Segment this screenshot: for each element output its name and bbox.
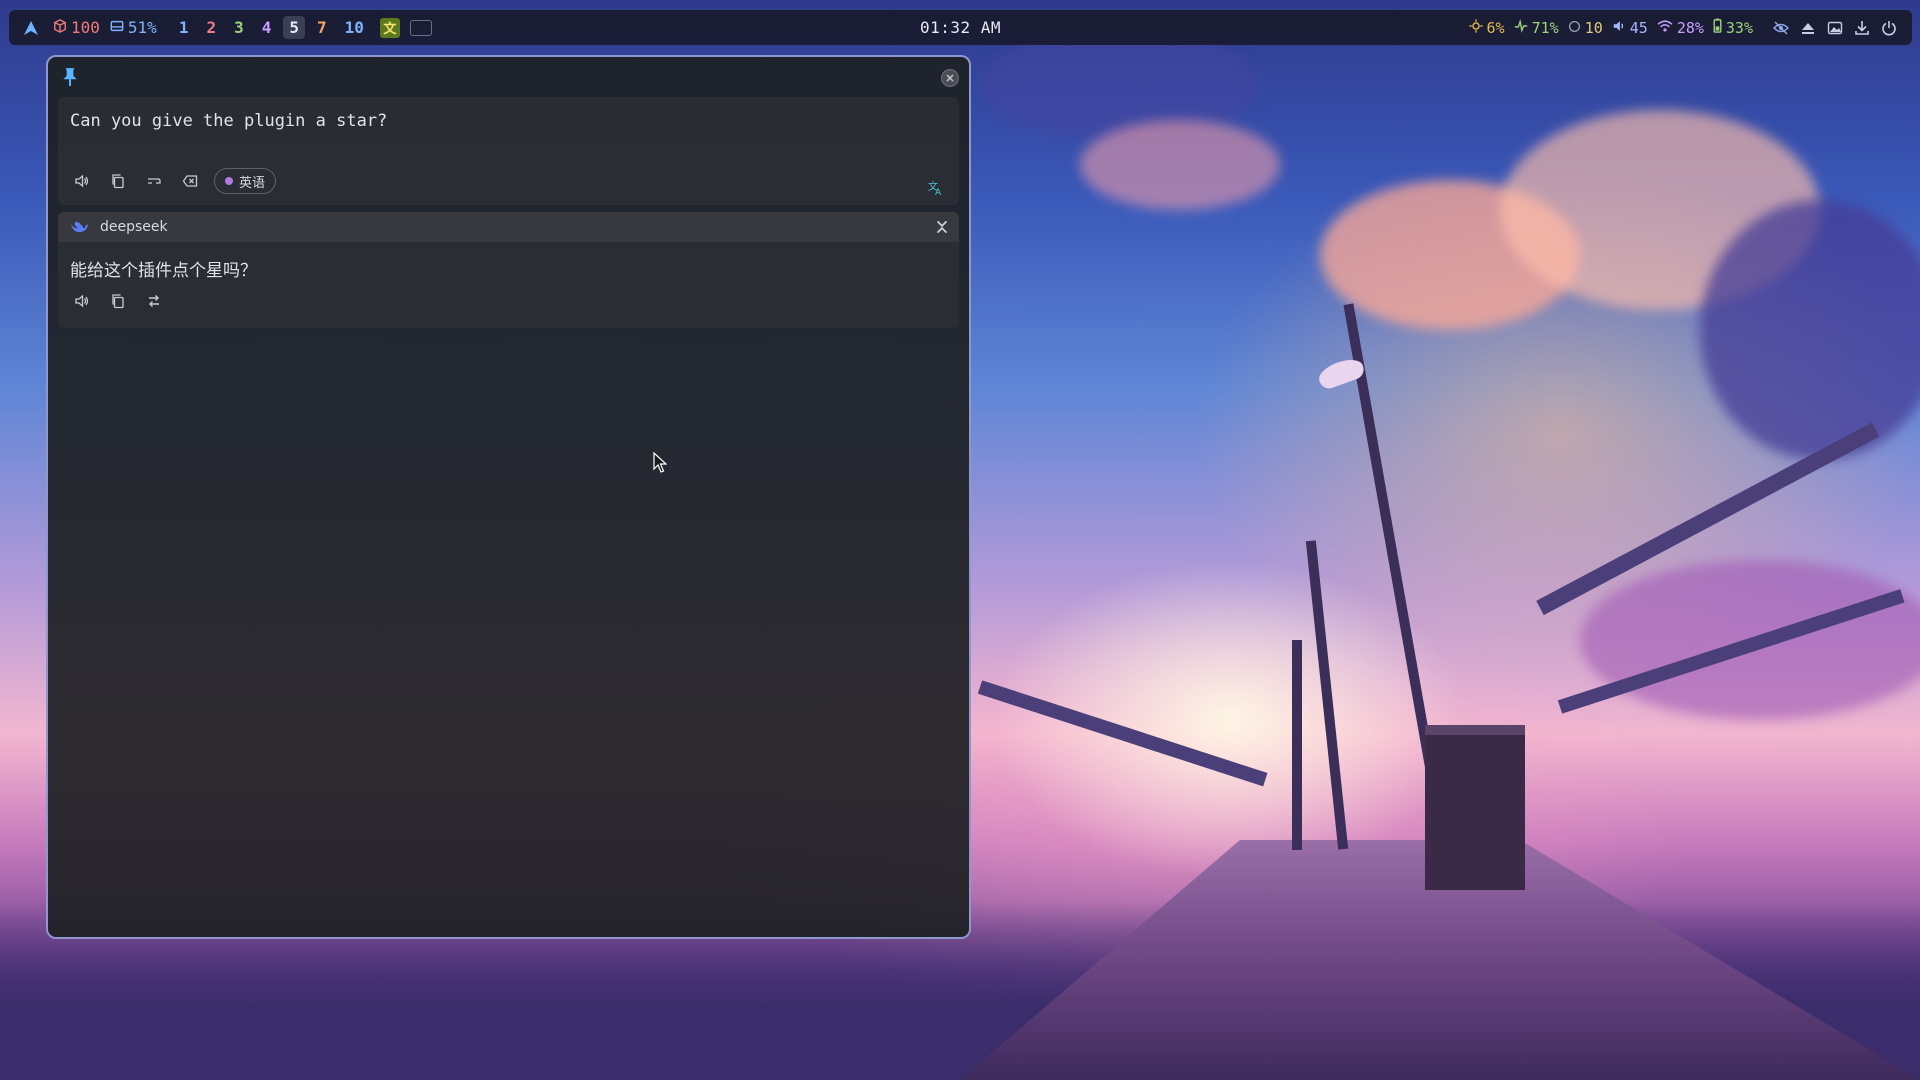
translator-window: Can you give the plugin a star? 英语 文A de… [46, 55, 971, 939]
result-panel: deepseek 能给这个插件点个星吗？ [58, 212, 959, 328]
battery-icon [1713, 18, 1722, 37]
swap-icon[interactable] [140, 287, 168, 315]
window-header[interactable] [48, 57, 969, 93]
download-icon[interactable] [1853, 19, 1871, 37]
translate-icon[interactable]: 文A [923, 175, 949, 201]
workspace-switcher: 1 2 3 4 5 7 10 [173, 16, 370, 39]
notification-indicator[interactable]: 10 [1568, 19, 1603, 37]
speaker-icon[interactable] [68, 167, 96, 195]
result-header[interactable]: deepseek [58, 212, 959, 242]
disk-indicator[interactable]: 51% [110, 18, 157, 37]
power-charge-indicator[interactable]: 71% [1514, 18, 1559, 37]
workspace-3[interactable]: 3 [228, 16, 250, 39]
source-toolbar: 英语 [68, 167, 277, 195]
wifi-indicator[interactable]: 28% [1657, 19, 1704, 37]
clock[interactable]: 01:32 AM [920, 18, 1001, 37]
cpu-indicator[interactable]: 100 [53, 18, 100, 37]
keyboard-icon[interactable] [409, 19, 432, 36]
volume-value: 45 [1629, 18, 1648, 37]
brightness-indicator[interactable]: 6% [1468, 18, 1505, 37]
cpu-value: 100 [71, 18, 100, 37]
workspace-1[interactable]: 1 [173, 16, 195, 39]
detected-language-label: 英语 [239, 175, 266, 191]
volume-icon [1612, 19, 1626, 37]
top-panel: 100 51% 1 2 3 4 5 7 10 文 01:32 AM 6% 71%… [9, 10, 1912, 45]
workspace-4[interactable]: 4 [256, 16, 278, 39]
cube-icon [53, 18, 67, 37]
eye-off-icon[interactable] [1772, 19, 1790, 37]
wrap-icon[interactable] [140, 167, 168, 195]
workspace-10[interactable]: 10 [339, 16, 370, 39]
battery-indicator[interactable]: 33% [1713, 18, 1753, 37]
disk-icon [110, 18, 124, 37]
wifi-value: 28% [1676, 18, 1704, 37]
pin-icon[interactable] [61, 67, 79, 87]
mouse-cursor-icon [653, 451, 668, 474]
image-icon[interactable] [1826, 19, 1844, 37]
pulse-icon [1514, 18, 1528, 37]
language-dot [225, 177, 233, 185]
speaker-icon[interactable] [68, 287, 96, 315]
workspace-7[interactable]: 7 [311, 16, 333, 39]
volume-indicator[interactable]: 45 [1612, 19, 1648, 37]
workspace-5[interactable]: 5 [283, 16, 306, 39]
notification-count: 10 [1584, 18, 1603, 37]
brightness-icon [1468, 18, 1483, 37]
battery-value: 33% [1725, 18, 1753, 37]
workspace-2[interactable]: 2 [200, 16, 222, 39]
source-panel: Can you give the plugin a star? 英语 文A [58, 97, 959, 205]
eject-icon[interactable] [1799, 19, 1817, 37]
deepseek-logo-icon [69, 218, 89, 236]
result-toolbar [68, 287, 168, 315]
brightness-value: 6% [1486, 18, 1505, 37]
backspace-icon[interactable] [176, 167, 204, 195]
launcher-icon[interactable] [23, 20, 43, 36]
copy-icon[interactable] [104, 287, 132, 315]
circle-icon [1568, 19, 1581, 37]
charge-value: 71% [1531, 18, 1559, 37]
power-icon[interactable] [1880, 19, 1898, 37]
copy-icon[interactable] [104, 167, 132, 195]
wifi-icon [1657, 19, 1673, 37]
result-text[interactable]: 能给这个插件点个星吗？ [70, 256, 257, 281]
input-method-icon[interactable]: 文 [379, 17, 400, 38]
collapse-icon[interactable] [933, 218, 951, 236]
svg-text:A: A [935, 188, 942, 196]
close-icon[interactable] [941, 69, 959, 87]
service-name: deepseek [100, 219, 168, 235]
detected-language-badge[interactable]: 英语 [214, 168, 277, 194]
source-text-input[interactable]: Can you give the plugin a star? [70, 111, 387, 131]
disk-value: 51% [127, 18, 157, 37]
